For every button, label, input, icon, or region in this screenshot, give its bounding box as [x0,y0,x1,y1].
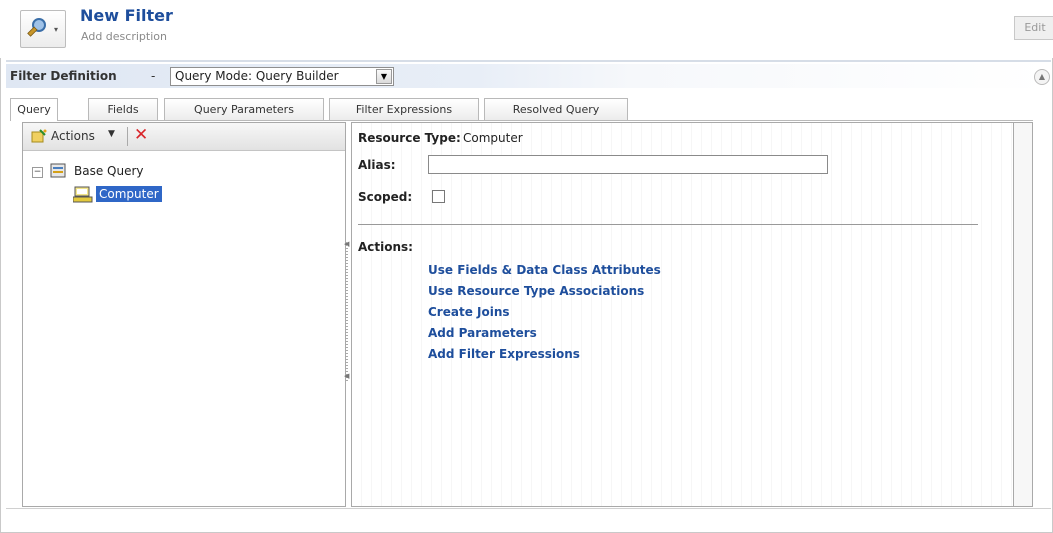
query-mode-value: Query Mode: Query Builder [175,69,339,83]
tab-query-parameters[interactable]: Query Parameters [164,98,324,120]
actions-menu-button[interactable]: Actions [51,129,95,143]
scoped-label: Scoped: [358,190,413,204]
edit-button[interactable]: Edit [1014,16,1053,40]
bottom-divider [6,508,1051,509]
splitter-left-arrow-icon: ◀ [344,372,350,380]
section-divider [358,224,978,225]
tree-item-computer[interactable]: Computer [96,186,162,202]
collapse-up-icon[interactable]: ▲ [1034,69,1050,85]
tree-collapse-toggle[interactable]: − [32,167,43,178]
add-parameters-link[interactable]: Add Parameters [428,326,537,340]
resource-type-label: Resource Type: [358,131,461,145]
pane-splitter[interactable]: ◀ ◀ [344,122,351,505]
tab-resolved-query[interactable]: Resolved Query [484,98,628,120]
filter-definition-bar: Filter Definition - Query Mode: Query Bu… [6,64,1051,88]
tab-strip-line [10,120,1033,121]
delete-icon[interactable]: ✕ [134,125,148,145]
toolbar-divider [127,127,128,146]
tab-fields[interactable]: Fields [88,98,158,120]
filter-definition-label: Filter Definition [10,69,117,83]
resource-type-value: Computer [463,131,523,145]
computer-icon [73,186,93,203]
filter-icon-menu-button[interactable]: ▾ [20,10,66,48]
definition-separator: - [151,69,156,83]
tab-filter-expressions[interactable]: Filter Expressions [329,98,479,120]
magnifier-icon [27,18,46,37]
tab-query[interactable]: Query [10,98,58,121]
chevron-down-icon: ▾ [54,25,59,34]
use-fields-data-class-attributes-link[interactable]: Use Fields & Data Class Attributes [428,263,661,277]
tree-toolbar: Actions ▼ ✕ [23,123,345,151]
database-icon [50,163,66,178]
chevron-down-icon[interactable]: ▼ [108,129,115,139]
query-details-pane: Resource Type: Computer Alias: Scoped: A… [351,122,1015,507]
page-title: New Filter [80,6,173,25]
tree-item-base-query[interactable]: Base Query [74,164,144,178]
add-description-link[interactable]: Add description [81,30,167,43]
wand-icon[interactable] [31,129,47,144]
filter-header: ▾ New Filter Add description Edit [0,0,1053,58]
splitter-grip [346,242,348,382]
create-joins-link[interactable]: Create Joins [428,305,510,319]
actions-label: Actions: [358,240,413,254]
alias-label: Alias: [358,158,396,172]
use-resource-type-associations-link[interactable]: Use Resource Type Associations [428,284,644,298]
header-divider [6,60,1051,62]
query-tree-pane: Actions ▼ ✕ − Base Query Computer [22,122,346,507]
right-pane-scrollbar[interactable] [1013,122,1033,507]
add-filter-expressions-link[interactable]: Add Filter Expressions [428,347,580,361]
scoped-checkbox[interactable] [432,190,445,203]
alias-input[interactable] [428,155,828,174]
dropdown-arrow-icon[interactable]: ▼ [376,69,392,84]
query-mode-select[interactable]: Query Mode: Query Builder ▼ [170,67,394,86]
